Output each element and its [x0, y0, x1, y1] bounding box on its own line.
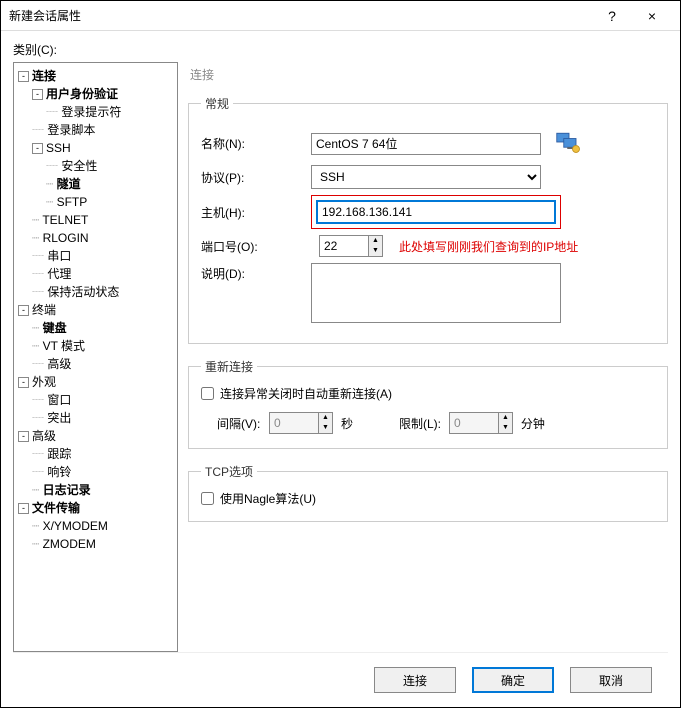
tree-connection[interactable]: 连接 [32, 69, 56, 83]
tree-toggle-icon[interactable]: - [32, 143, 43, 154]
titlebar: 新建会话属性 ? × [1, 1, 680, 31]
button-bar: 连接 确定 取消 [13, 652, 668, 707]
general-legend: 常规 [201, 95, 233, 112]
limit-input [449, 412, 499, 434]
tcp-legend: TCP选项 [201, 463, 257, 480]
spin-down-icon[interactable]: ▼ [369, 246, 382, 256]
ok-button[interactable]: 确定 [472, 667, 554, 693]
port-input[interactable] [319, 235, 369, 257]
tree-window[interactable]: 窗口 [47, 393, 71, 407]
tree-file-transfer[interactable]: 文件传输 [32, 501, 80, 515]
tree-telnet[interactable]: TELNET [42, 213, 88, 227]
tree-proxy[interactable]: 代理 [47, 267, 71, 281]
auto-reconnect-checkbox[interactable] [201, 387, 214, 400]
connect-button[interactable]: 连接 [374, 667, 456, 693]
tree-toggle-icon[interactable]: - [18, 305, 29, 316]
spin-down-icon: ▼ [499, 423, 512, 433]
nagle-checkbox[interactable] [201, 492, 214, 505]
spin-up-icon: ▲ [319, 413, 332, 423]
category-tree[interactable]: -连接 -用户身份验证 登录提示符 登录脚本 -SSH 安全性 隧道 [13, 62, 178, 652]
panel-header: 连接 [188, 62, 668, 95]
window-title: 新建会话属性 [9, 7, 592, 24]
tree-bell[interactable]: 响铃 [47, 465, 71, 479]
tree-toggle-icon[interactable]: - [18, 377, 29, 388]
tree-zmodem[interactable]: ZMODEM [43, 537, 96, 551]
tree-sftp[interactable]: SFTP [57, 195, 88, 209]
tree-appearance[interactable]: 外观 [32, 375, 56, 389]
general-group: 常规 名称(N): 协议(P): SSH [188, 95, 668, 344]
interval-label: 间隔(V): [201, 415, 261, 432]
host-label: 主机(H): [201, 204, 311, 221]
tree-serial[interactable]: 串口 [47, 249, 71, 263]
name-input[interactable] [311, 133, 541, 155]
tree-advanced-terminal[interactable]: 高级 [47, 357, 71, 371]
tree-highlight[interactable]: 突出 [47, 411, 71, 425]
session-properties-dialog: 新建会话属性 ? × 类别(C): -连接 -用户身份验证 登录提示符 登录脚本 [0, 0, 681, 708]
tree-toggle-icon[interactable]: - [18, 71, 29, 82]
tree-trace[interactable]: 跟踪 [47, 447, 71, 461]
content-area: 类别(C): -连接 -用户身份验证 登录提示符 登录脚本 -SSH [1, 31, 680, 707]
spin-up-icon: ▲ [499, 413, 512, 423]
spin-down-icon: ▼ [319, 423, 332, 433]
tree-toggle-icon[interactable]: - [32, 89, 43, 100]
interval-input [269, 412, 319, 434]
tree-ssh[interactable]: SSH [46, 141, 71, 155]
host-input[interactable] [316, 200, 556, 224]
nagle-label: 使用Nagle算法(U) [220, 490, 316, 507]
spin-up-icon[interactable]: ▲ [369, 236, 382, 246]
tree-tunnel[interactable]: 隧道 [57, 177, 81, 191]
annotation-text: 此处填写刚刚我们查询到的IP地址 [399, 238, 578, 255]
tree-rlogin[interactable]: RLOGIN [43, 231, 89, 245]
reconnect-legend: 重新连接 [201, 358, 257, 375]
cancel-button[interactable]: 取消 [570, 667, 652, 693]
name-label: 名称(N): [201, 135, 311, 152]
limit-label: 限制(L): [399, 415, 441, 432]
tree-xymodem[interactable]: X/YMODEM [43, 519, 108, 533]
help-button[interactable]: ? [592, 8, 632, 24]
category-label: 类别(C): [13, 41, 668, 58]
tree-terminal[interactable]: 终端 [32, 303, 56, 317]
tree-toggle-icon[interactable]: - [18, 431, 29, 442]
tree-security[interactable]: 安全性 [61, 159, 97, 173]
tcp-group: TCP选项 使用Nagle算法(U) [188, 463, 668, 522]
interval-unit: 秒 [341, 415, 353, 432]
tree-login-hint[interactable]: 登录提示符 [61, 105, 121, 119]
computers-icon [555, 128, 583, 159]
tree-keyboard[interactable]: 键盘 [43, 321, 67, 335]
limit-unit: 分钟 [521, 415, 545, 432]
close-button[interactable]: × [632, 8, 672, 24]
tree-vt[interactable]: VT 模式 [43, 339, 85, 353]
tree-login-script[interactable]: 登录脚本 [47, 123, 95, 137]
port-label: 端口号(O): [201, 238, 311, 255]
reconnect-group: 重新连接 连接异常关闭时自动重新连接(A) 间隔(V): ▲▼ 秒 限制(L [188, 358, 668, 449]
desc-label: 说明(D): [201, 263, 311, 282]
protocol-label: 协议(P): [201, 169, 311, 186]
tree-logging[interactable]: 日志记录 [43, 483, 91, 497]
settings-panel: 连接 常规 名称(N): 协议(P): SSH [188, 62, 668, 652]
tree-advanced[interactable]: 高级 [32, 429, 56, 443]
host-highlight-box [311, 195, 561, 229]
description-textarea[interactable] [311, 263, 561, 323]
auto-reconnect-label: 连接异常关闭时自动重新连接(A) [220, 385, 392, 402]
tree-toggle-icon[interactable]: - [18, 503, 29, 514]
protocol-select[interactable]: SSH [311, 165, 541, 189]
tree-keepalive[interactable]: 保持活动状态 [47, 285, 119, 299]
tree-user-auth[interactable]: 用户身份验证 [46, 87, 118, 101]
